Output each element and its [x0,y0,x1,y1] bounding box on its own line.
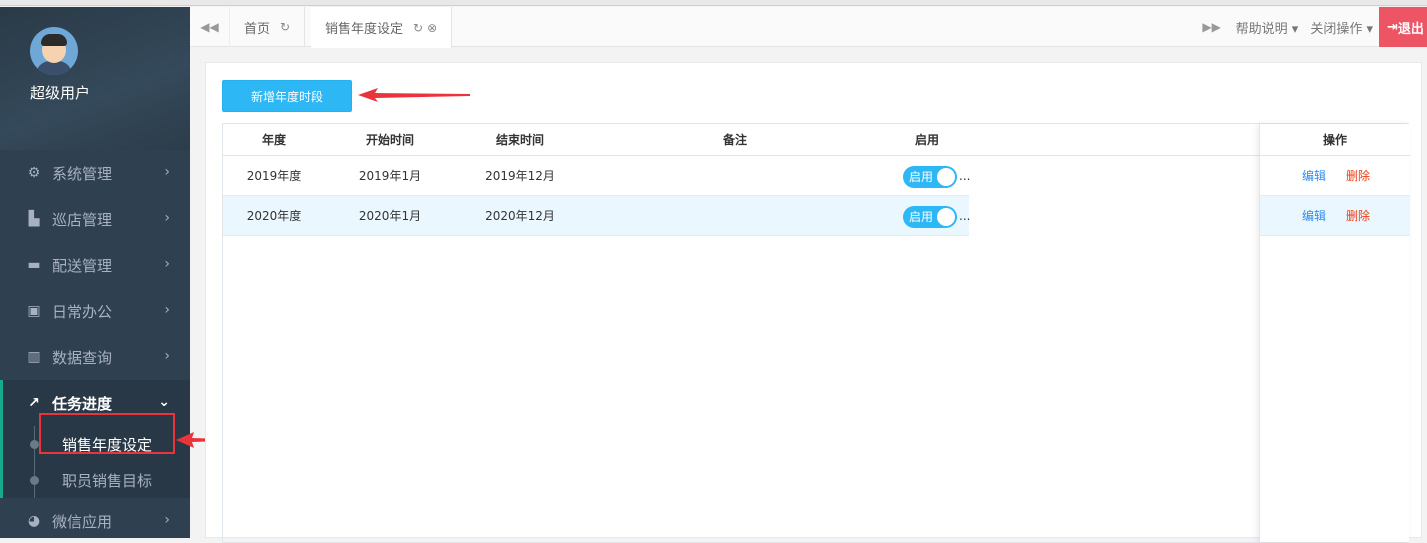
truck-icon: ▬ [27,257,41,273]
tab-label: 首页 [244,21,271,37]
switch-label: 启用 [909,170,934,184]
edit-link[interactable]: 编辑 [1302,196,1326,236]
gears-icon: ⚙ [27,165,41,181]
column-header: 备注 [722,133,747,147]
actions-row: 编辑 删除 [1260,156,1410,196]
cell-end: 2019年12月 [485,169,555,183]
annotation-highlight-box [39,413,175,454]
double-left-icon: ◀◀ [200,20,219,34]
tab-label: 销售年度设定 [325,22,404,37]
sidebar-item-label: 巡店管理 [52,210,113,229]
cell-year: 2020年度 [246,209,302,223]
line-chart-icon: ↗ [28,395,40,411]
actions-row: 编辑 删除 [1260,196,1410,236]
tab-bar-actions: ▶▶ 帮助说明 ▾ 关闭操作 ▾ ⇥ 退出 [1194,7,1427,47]
chevron-right-icon: › [164,164,170,180]
sign-out-icon: ⇥ [1387,19,1398,35]
bar-chart-icon: ▥ [27,349,41,365]
caret-down-icon: ▾ [1291,21,1299,37]
sidebar-item-label: 数据查询 [52,348,113,367]
cell-start: 2019年1月 [358,169,422,183]
briefcase-icon: ▣ [27,303,41,319]
tab-scroll-left-button[interactable]: ◀◀ [190,7,230,47]
username[interactable]: 超级用户 [30,82,90,103]
sitemap-icon: ▙ [28,211,40,227]
double-right-icon[interactable]: ▶▶ [1194,20,1230,34]
logout-button[interactable]: ⇥ 退出 [1379,7,1427,47]
sidebar-item-wechat[interactable]: ◕ 微信应用 › [0,498,190,538]
help-menu-label: 帮助说明 [1235,21,1288,37]
sidebar-item-data-query[interactable]: ▥ 数据查询 › [0,334,190,380]
sidebar-item-label: 任务进度 [52,394,113,413]
edit-link[interactable]: 编辑 [1302,156,1326,196]
sidebar-item-system[interactable]: ⚙ 系统管理 › [0,150,190,196]
close-ops-menu[interactable]: 关闭操作 ▾ [1304,18,1379,37]
submenu-bullet [30,439,39,449]
user-profile: 超级用户 [0,7,190,150]
chevron-down-icon: ⌄ [158,394,170,410]
tab-bar: ◀◀ 首页 ↻ 销售年度设定 ↻ ⊗ ▶▶ 帮助说明 ▾ 关闭操作 ▾ ⇥ 退出 [190,7,1427,48]
avatar[interactable] [30,27,78,75]
chevron-right-icon: › [164,512,170,528]
column-header: 操作 [1260,124,1410,156]
sidebar-item-label: 配送管理 [52,256,113,275]
delete-link[interactable]: 删除 [1346,196,1370,236]
sidebar-item-office[interactable]: ▣ 日常办公 › [0,288,190,334]
switch-label: 启用 [909,210,934,224]
column-header: 启用 [914,133,939,147]
switch-knob [937,208,955,226]
logout-label: 退出 [1397,21,1424,37]
sidebar: 超级用户 ⚙ 系统管理 › ▙ 巡店管理 › ▬ 配送管理 › ▣ 日常办公 ›… [0,7,190,538]
truncation-ellipsis: ... [959,209,971,223]
delete-link[interactable]: 删除 [1346,156,1370,196]
wechat-icon: ◕ [27,513,41,529]
annotation-arrow-icon [358,88,470,102]
sidebar-item-label: 系统管理 [52,164,113,183]
sidebar-item-label: 微信应用 [52,512,113,531]
submenu-bullet [30,475,39,485]
close-ops-label: 关闭操作 [1310,21,1363,37]
cell-year: 2019年度 [246,169,302,183]
column-header: 结束时间 [495,133,544,147]
refresh-icon[interactable]: ↻ [280,20,290,34]
column-header: 开始时间 [365,133,414,147]
add-year-period-button[interactable]: 新增年度时段 [222,80,352,112]
cell-start: 2020年1月 [358,209,422,223]
table-header: 年度 开始时间 结束时间 备注 启用 [223,124,1408,156]
table-row: 2019年度 2019年1月 2019年12月 启用 ... [223,156,971,196]
year-table: 年度 开始时间 结束时间 备注 启用 2019年度 2019年1月 2019年1… [222,123,1410,543]
sidebar-item-store-patrol[interactable]: ▙ 巡店管理 › [0,196,190,242]
help-menu[interactable]: 帮助说明 ▾ [1230,18,1305,37]
main-panel: 新增年度时段 年度 开始时间 结束时间 备注 启用 2019年度 2019年1月… [205,62,1422,543]
sidebar-item-delivery[interactable]: ▬ 配送管理 › [0,242,190,288]
window-top-edge [0,0,1427,6]
column-header: 年度 [261,133,286,147]
chevron-right-icon: › [164,210,170,226]
enable-switch[interactable]: 启用 [903,206,957,228]
submenu-item-staff-target[interactable]: 职员销售目标 [3,462,190,498]
cell-end: 2020年12月 [485,209,555,223]
chevron-right-icon: › [164,348,170,364]
truncation-ellipsis: ... [959,169,971,183]
submenu-item-label: 职员销售目标 [62,471,153,490]
enable-switch[interactable]: 启用 [903,166,957,188]
cell-note [585,156,885,196]
tab-sales-year[interactable]: 销售年度设定 ↻ ⊗ [311,7,453,48]
chevron-right-icon: › [164,302,170,318]
close-icon[interactable]: ⊗ [427,21,437,35]
chevron-right-icon: › [164,256,170,272]
table-row: 2020年度 2020年1月 2020年12月 启用 ... [223,196,971,236]
refresh-icon[interactable]: ↻ [413,21,423,35]
cell-note [585,196,885,236]
actions-column: 操作 编辑 删除 编辑 删除 [1259,124,1410,542]
caret-down-icon: ▾ [1366,21,1373,37]
switch-knob [937,168,955,186]
tab-home[interactable]: 首页 ↻ [230,7,306,47]
sidebar-item-label: 日常办公 [52,302,113,321]
